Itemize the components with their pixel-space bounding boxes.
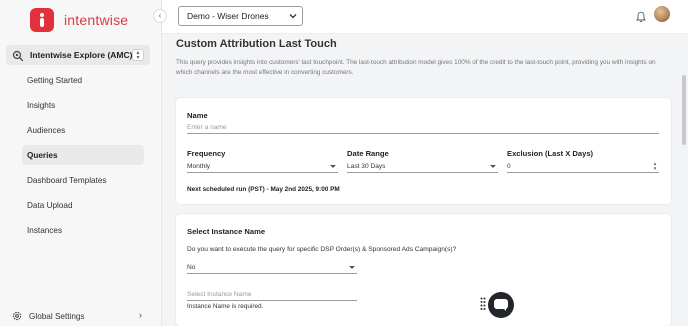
- frequency-select[interactable]: Monthly: [187, 161, 338, 173]
- instance-name-input[interactable]: Select Instance Name: [187, 289, 357, 301]
- instance-question: Do you want to execute the query for spe…: [187, 246, 457, 253]
- account-selector[interactable]: Demo - Wiser Drones: [178, 6, 303, 26]
- collapse-sidebar-button[interactable]: ‹: [153, 9, 167, 23]
- instance-name-error: Instance Name is required.: [187, 303, 264, 310]
- specific-campaign-value: No: [187, 264, 196, 271]
- brand-logo-icon: [30, 8, 54, 32]
- sidebar: intentwise Intentwise Explore (AMC) ▴ ▾ G…: [0, 0, 162, 326]
- name-label: Name: [187, 111, 208, 120]
- name-input[interactable]: Enter a name: [187, 122, 659, 134]
- notification-bell-icon[interactable]: [636, 10, 646, 23]
- sidebar-item-insights[interactable]: Insights: [22, 95, 144, 115]
- dropdown-caret-icon: [330, 165, 336, 168]
- product-selector-label: Intentwise Explore (AMC): [30, 50, 133, 60]
- date-range-value: Last 30 Days: [347, 163, 386, 170]
- chat-support-button[interactable]: [488, 292, 514, 318]
- instance-card: Select Instance Name Do you want to exec…: [176, 214, 671, 326]
- brand-name: intentwise: [64, 12, 129, 28]
- sidebar-item-data-upload[interactable]: Data Upload: [22, 195, 144, 215]
- global-settings-label: Global Settings: [29, 311, 85, 321]
- query-settings-card: Name Enter a name Frequency Monthly Date…: [176, 98, 671, 204]
- frequency-value: Monthly: [187, 163, 211, 170]
- specific-campaign-select[interactable]: No: [187, 262, 357, 274]
- brand-logo[interactable]: intentwise: [30, 8, 128, 32]
- frequency-label: Frequency: [187, 149, 226, 158]
- main-content: Custom Attribution Last Touch This query…: [162, 35, 688, 326]
- sidebar-item-dashboard-templates[interactable]: Dashboard Templates: [22, 170, 144, 190]
- up-down-chevron-icon: ▴ ▾: [132, 49, 144, 61]
- exclusion-number-input[interactable]: 0 ▲ ▼: [507, 161, 659, 173]
- date-range-select[interactable]: Last 30 Days: [347, 161, 498, 173]
- sidebar-item-instances[interactable]: Instances: [22, 220, 144, 240]
- next-scheduled-run: Next scheduled run (PST) - May 2nd 2025,…: [187, 186, 340, 193]
- sidebar-item-audiences[interactable]: Audiences: [22, 120, 144, 140]
- instance-section-title: Select Instance Name: [187, 227, 266, 236]
- number-stepper-icon[interactable]: ▲ ▼: [652, 161, 658, 172]
- scrollbar[interactable]: [682, 75, 686, 145]
- dropdown-caret-icon: [490, 165, 496, 168]
- exclusion-label: Exclusion (Last X Days): [507, 149, 594, 158]
- gear-icon: [12, 311, 22, 321]
- chevron-down-icon: [289, 12, 297, 20]
- user-avatar[interactable]: [654, 6, 670, 22]
- date-range-label: Date Range: [347, 149, 389, 158]
- product-selector[interactable]: Intentwise Explore (AMC) ▴ ▾: [6, 45, 150, 65]
- chevron-right-icon: ›: [139, 310, 142, 320]
- explore-search-icon: [12, 49, 24, 62]
- page-description: This query provides insights into custom…: [176, 59, 656, 76]
- exclusion-value: 0: [507, 163, 511, 170]
- drag-handle-icon[interactable]: [480, 297, 486, 311]
- top-bar: Demo - Wiser Drones: [162, 0, 688, 34]
- dropdown-caret-icon: [349, 266, 355, 269]
- sidebar-item-queries[interactable]: Queries: [22, 145, 144, 165]
- sidebar-nav: Getting Started Insights Audiences Queri…: [22, 70, 144, 245]
- global-settings-item[interactable]: Global Settings ›: [12, 309, 144, 323]
- sidebar-item-getting-started[interactable]: Getting Started: [22, 70, 144, 90]
- page-title: Custom Attribution Last Touch: [176, 38, 337, 50]
- account-selector-value: Demo - Wiser Drones: [187, 11, 269, 21]
